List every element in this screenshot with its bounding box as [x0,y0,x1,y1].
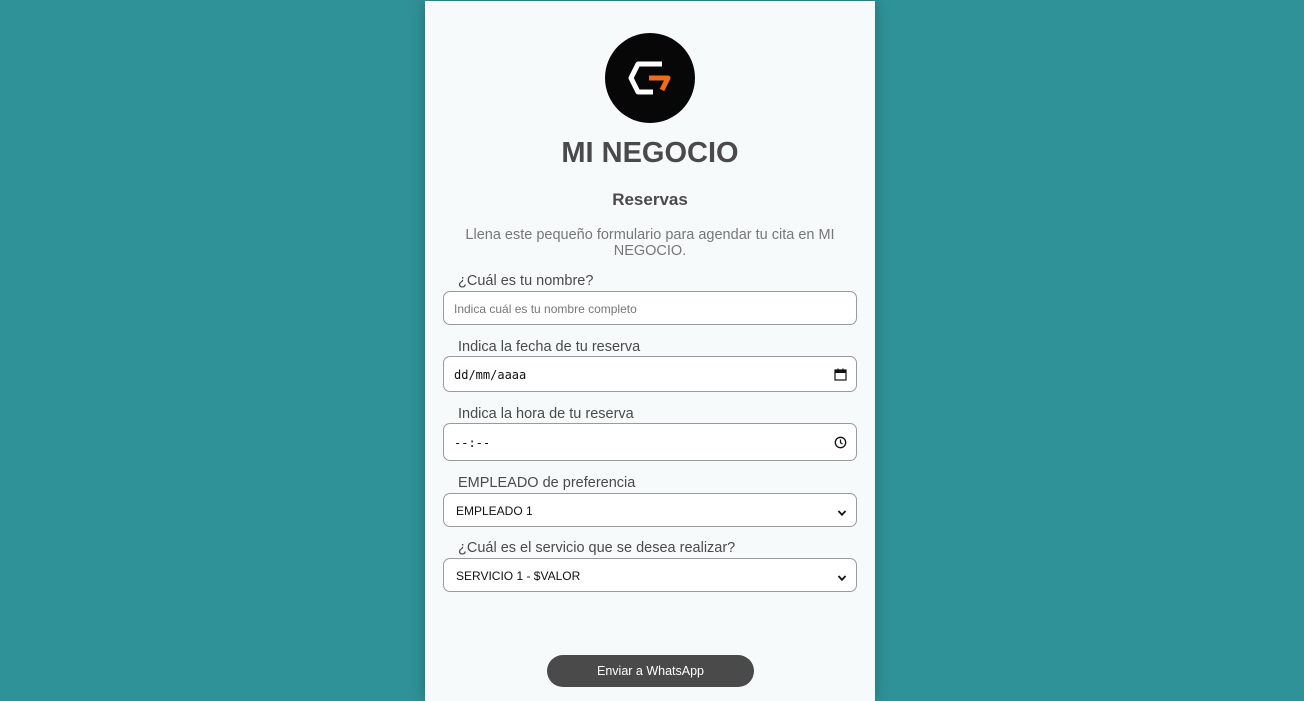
logo-mark-icon [628,61,671,95]
name-input-placeholder: Indica cuál es tu nombre completo [454,302,637,316]
employee-select-value: EMPLEADO 1 [456,504,533,518]
employee-label: EMPLEADO de preferencia [458,475,636,491]
form-title: Reservas [612,190,688,209]
name-label: ¿Cuál es tu nombre? [458,273,594,289]
send-whatsapp-button[interactable]: Enviar a WhatsApp [547,655,754,687]
date-label: Indica la fecha de tu reserva [458,339,641,355]
chevron-down-icon [837,570,847,588]
form-description: Llena este pequeño formulario para agend… [465,227,835,259]
brand-logo [605,33,695,123]
employee-select[interactable]: EMPLEADO 1 [443,493,857,527]
time-input[interactable]: --:-- [443,423,857,461]
clock-icon[interactable] [834,436,847,454]
brand-name: MI NEGOCIO [561,137,739,169]
date-input[interactable]: dd/mm/aaaa [443,356,857,392]
service-select[interactable]: SERVICIO 1 - $VALOR [443,558,857,592]
name-input[interactable]: Indica cuál es tu nombre completo [443,291,857,325]
date-input-value: dd/mm/aaaa [454,368,527,382]
booking-card: MI NEGOCIO Reservas Llena este pequeño f… [425,1,875,701]
time-label: Indica la hora de tu reserva [458,406,634,422]
chevron-down-icon [837,505,847,523]
service-label: ¿Cuál es el servicio que se desea realiz… [458,540,736,556]
service-select-value: SERVICIO 1 - $VALOR [456,569,581,583]
time-input-value: --:-- [454,436,491,450]
calendar-icon[interactable] [834,368,847,386]
